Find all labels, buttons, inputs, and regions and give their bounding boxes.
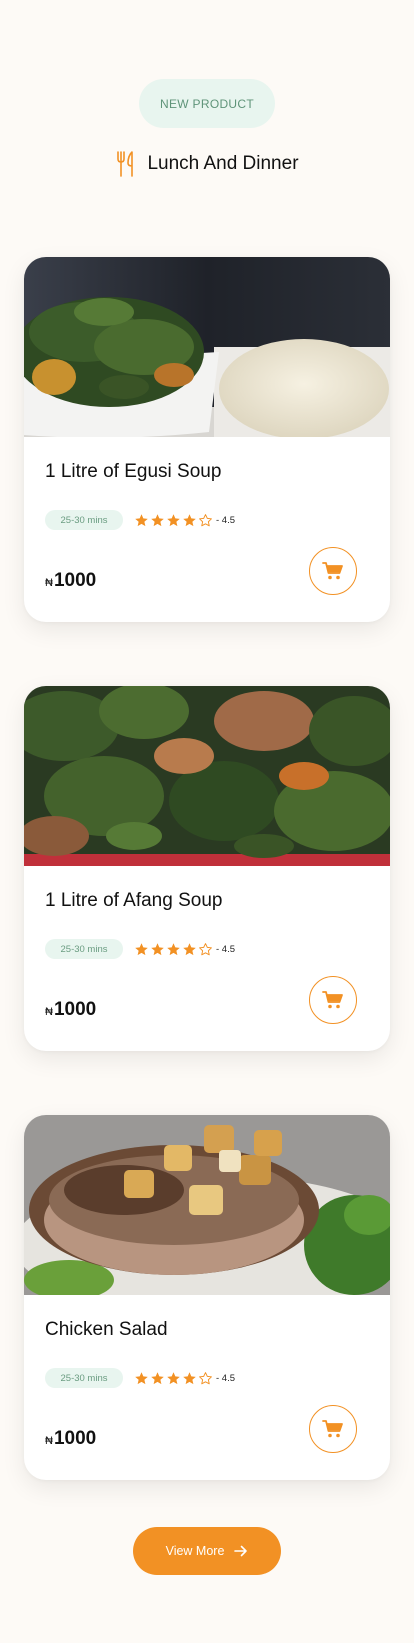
prep-time-badge: 25-30 mins (45, 939, 123, 959)
product-title: 1 Litre of Afang Soup (45, 890, 223, 911)
price-value: 1000 (53, 999, 97, 1020)
fork-knife-icon (117, 151, 134, 177)
currency-symbol: ₦ (45, 1435, 53, 1447)
cart-icon (322, 1420, 343, 1438)
product-image-egusi-soup (24, 257, 390, 437)
cart-icon (322, 991, 343, 1009)
product-title: 1 Litre of Egusi Soup (45, 461, 222, 482)
prep-time-badge: 25-30 mins (45, 510, 123, 530)
currency-symbol: ₦ (45, 577, 53, 589)
star-filled-icon (183, 1371, 196, 1384)
product-title: Chicken Salad (45, 1319, 168, 1340)
price: ₦ 1000 (45, 999, 96, 1021)
price: ₦ 1000 (45, 570, 96, 592)
product-image-chicken-salad (24, 1115, 390, 1295)
rating: - 4.5 (134, 1370, 235, 1386)
view-more-label: View More (165, 1544, 225, 1558)
rating-value: - 4.5 (216, 1372, 236, 1384)
star-filled-icon (167, 513, 180, 526)
price: ₦ 1000 (45, 1428, 96, 1450)
view-more-button[interactable]: View More (133, 1527, 281, 1575)
star-filled-icon (183, 513, 196, 526)
price-value: 1000 (53, 570, 97, 591)
product-image-afang-soup (24, 686, 390, 866)
star-filled-icon (167, 1371, 180, 1384)
star-filled-icon (151, 1371, 164, 1384)
product-card[interactable]: 1 Litre of Egusi Soup 25-30 mins - 4.5 ₦… (24, 257, 390, 622)
star-filled-icon (135, 513, 148, 526)
add-to-cart-button[interactable] (309, 547, 357, 595)
rating-value: - 4.5 (216, 943, 236, 955)
star-filled-icon (135, 942, 148, 955)
product-card[interactable]: 1 Litre of Afang Soup 25-30 mins - 4.5 ₦… (24, 686, 390, 1051)
cart-icon (322, 562, 343, 580)
star-outline-icon (199, 1371, 212, 1384)
section-title: Lunch And Dinner (147, 153, 299, 174)
add-to-cart-button[interactable] (309, 1405, 357, 1453)
section-heading: Lunch And Dinner (0, 148, 414, 180)
currency-symbol: ₦ (45, 1006, 53, 1018)
star-outline-icon (199, 513, 212, 526)
star-outline-icon (199, 942, 212, 955)
product-card[interactable]: Chicken Salad 25-30 mins - 4.5 ₦ 1000 (24, 1115, 390, 1480)
new-product-badge: NEW PRODUCT (139, 79, 275, 128)
price-value: 1000 (53, 1428, 97, 1449)
rating: - 4.5 (134, 512, 235, 528)
arrow-right-icon (234, 1545, 248, 1557)
star-filled-icon (151, 513, 164, 526)
rating-value: - 4.5 (216, 514, 236, 526)
prep-time-badge: 25-30 mins (45, 1368, 123, 1388)
star-filled-icon (135, 1371, 148, 1384)
add-to-cart-button[interactable] (309, 976, 357, 1024)
star-filled-icon (183, 942, 196, 955)
star-filled-icon (167, 942, 180, 955)
rating: - 4.5 (134, 941, 235, 957)
star-filled-icon (151, 942, 164, 955)
